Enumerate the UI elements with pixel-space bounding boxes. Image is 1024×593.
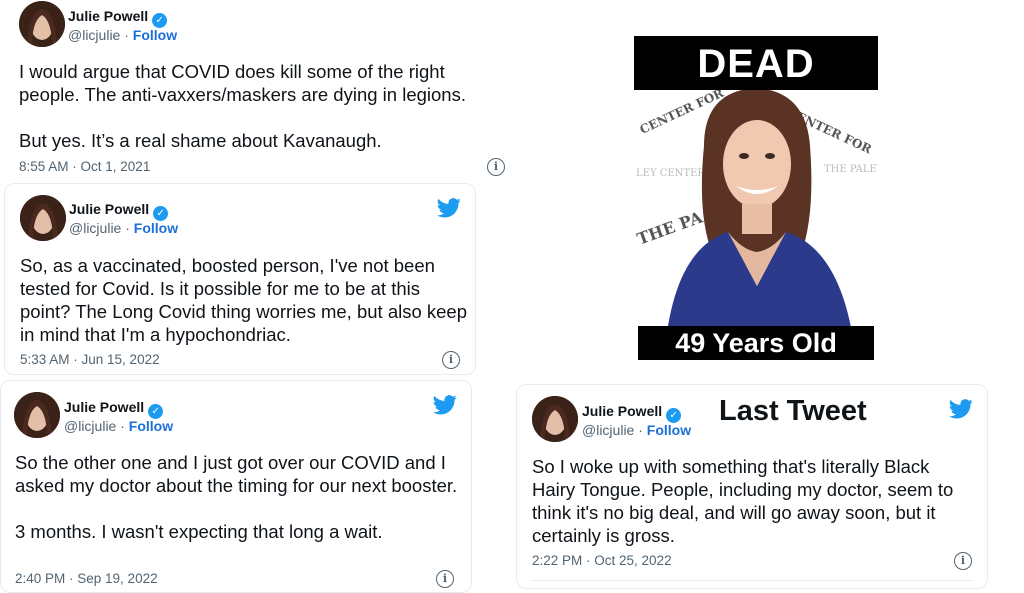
author-handle: @licjulie · Follow [69,220,179,236]
follow-link[interactable]: Follow [134,220,178,236]
twitter-bird-icon[interactable] [949,399,973,419]
twitter-bird-icon[interactable] [433,395,457,415]
info-circle-icon[interactable]: i [954,552,972,570]
tweet-text: So, as a vaccinated, boosted person, I'v… [20,255,468,345]
tweet-timestamp[interactable]: 5:33 AM · Jun 15, 2022 [20,352,160,367]
verified-check-icon: ✓ [148,404,164,419]
backdrop-text: THE PALEY CI [824,164,878,175]
author-handle: @licjulie · Follow [68,27,178,43]
follow-link[interactable]: Follow [129,418,173,434]
divider [532,580,972,581]
follow-link[interactable]: Follow [647,422,691,438]
author-name[interactable]: Julie Powell ✓ [582,403,682,423]
age-banner: 49 Years Old [638,326,874,360]
tweet-timestamp[interactable]: 2:40 PM · Sep 19, 2022 [15,571,158,586]
author-handle: @licjulie · Follow [582,422,692,438]
tweet-card-2[interactable]: Julie Powell ✓ @licjulie · Follow So, as … [4,183,476,375]
avatar[interactable] [14,392,60,438]
follow-link[interactable]: Follow [133,27,177,43]
avatar[interactable] [19,1,65,47]
tweet-text: So I woke up with something that's liter… [532,456,954,546]
author-name[interactable]: Julie Powell ✓ [69,201,169,221]
info-circle-icon[interactable]: i [487,158,505,176]
info-circle-icon[interactable]: i [436,570,454,588]
info-circle-icon[interactable]: i [442,351,460,369]
author-name[interactable]: Julie Powell ✓ [68,8,168,28]
verified-check-icon: ✓ [666,408,682,423]
tweet-text: I would argue that COVID does kill some … [19,61,466,151]
verified-check-icon: ✓ [152,13,168,28]
tweet-card-3[interactable]: Julie Powell ✓ @licjulie · Follow So the … [0,380,472,593]
dead-banner: DEAD [634,36,878,90]
last-tweet-label: Last Tweet [719,395,867,427]
tweet-text: So the other one and I just got over our… [15,452,458,542]
tweet-timestamp[interactable]: 2:22 PM · Oct 25, 2022 [532,553,672,568]
verified-check-icon: ✓ [153,206,169,221]
tweet-timestamp[interactable]: 8:55 AM · Oct 1, 2021 [19,159,150,174]
tweet-card-4[interactable]: Julie Powell ✓ @licjulie · Follow Last Tw… [516,384,988,589]
avatar[interactable] [20,195,66,241]
memorial-photo: CENTER FOR CENTER FOR THE PA LEY CENTER … [634,36,878,360]
avatar[interactable] [532,396,578,442]
author-name[interactable]: Julie Powell ✓ [64,399,164,419]
author-handle: @licjulie · Follow [64,418,174,434]
twitter-bird-icon[interactable] [437,198,461,218]
tweet-card-1[interactable]: Julie Powell ✓ @licjulie · Follow I would… [4,0,505,180]
